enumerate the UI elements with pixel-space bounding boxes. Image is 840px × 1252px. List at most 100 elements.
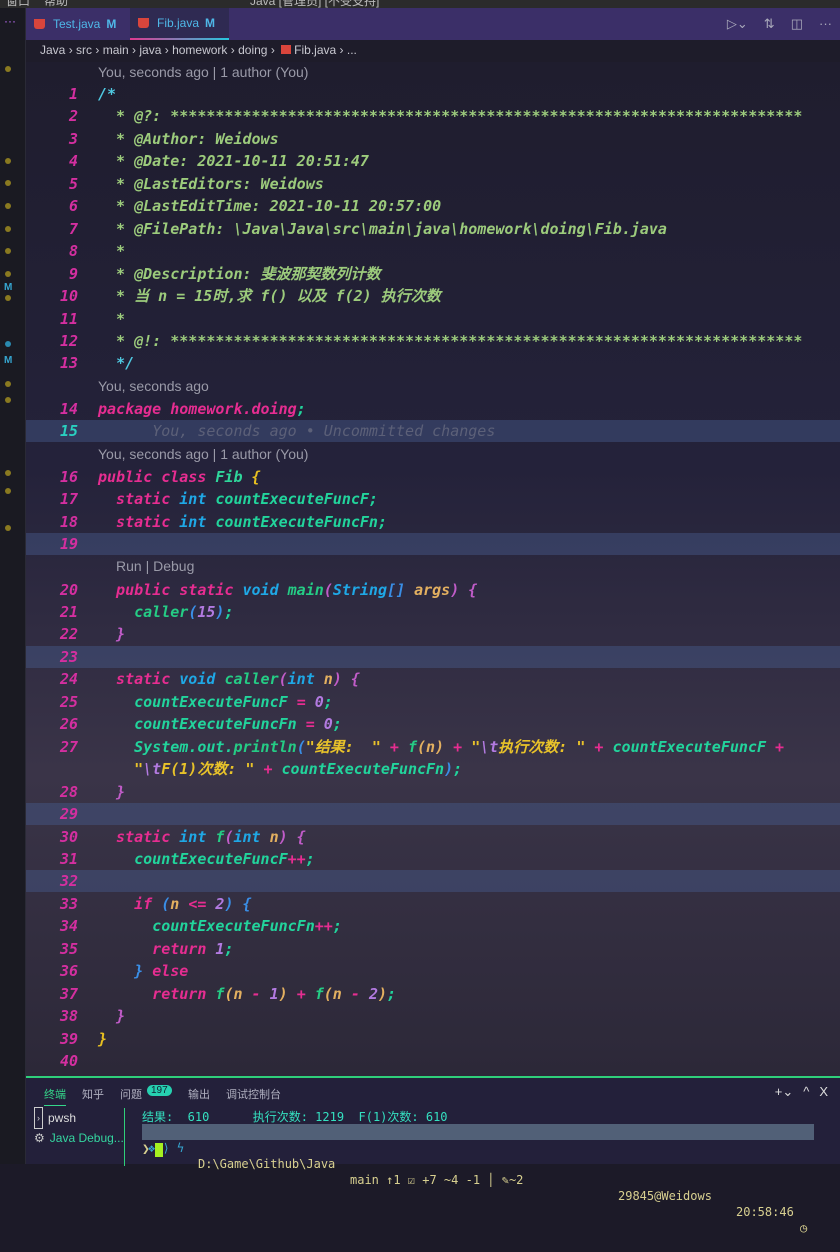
git-marker-dot <box>5 341 11 347</box>
code-line[interactable]: 25 countExecuteFuncF = 0; <box>26 691 840 713</box>
code-line[interactable]: 5 * @LastEditors: Weidows <box>26 173 840 195</box>
terminal-item-java-debug[interactable]: ⚙ Java Debug... <box>34 1128 124 1148</box>
code-token: Fib <box>215 467 252 486</box>
tab-output[interactable]: 输出 <box>188 1086 210 1102</box>
breadcrumb-item[interactable]: Fib.java <box>294 43 336 57</box>
more-actions-icon[interactable]: ··· <box>819 16 832 32</box>
code-token: ; <box>224 939 234 958</box>
code-line[interactable]: 40 <box>26 1050 840 1072</box>
code-line[interactable]: 2 * @?: ********************************… <box>26 105 840 127</box>
code-line[interactable]: 27 System.out.println("结果: " + f(n) + "\… <box>26 736 840 758</box>
code-token: + <box>594 737 613 756</box>
code-line[interactable]: 35 return 1; <box>26 938 840 960</box>
tab-debug-console[interactable]: 调试控制台 <box>226 1086 281 1102</box>
code-line[interactable]: 34 countExecuteFuncFn++; <box>26 915 840 937</box>
codelens-blame[interactable]: You, seconds ago | 1 author (You) <box>98 62 308 82</box>
code-line[interactable]: 3 * @Author: Weidows <box>26 128 840 150</box>
code-line[interactable]: 8 * <box>26 240 840 262</box>
code-token: F(1)次数: " <box>161 760 264 779</box>
code-line[interactable]: 19 <box>26 533 840 556</box>
code-line[interactable]: 11 * <box>26 308 840 330</box>
tab-problems[interactable]: 问题 <box>120 1086 142 1102</box>
code-line[interactable]: 32 <box>26 870 840 893</box>
code-editor[interactable]: You, seconds ago | 1 author (You) You, s… <box>26 62 840 1076</box>
code-line[interactable]: 24 static void caller(int n) { <box>26 668 840 690</box>
code-token: = <box>296 692 315 711</box>
code-token: ; <box>453 760 463 779</box>
codelens-run-debug[interactable]: Run | Debug <box>116 556 194 576</box>
codelens-blame[interactable]: You, seconds ago | 1 author (You) <box>98 444 308 464</box>
breadcrumb-item[interactable]: src <box>76 43 92 57</box>
breadcrumb-item[interactable]: ... <box>347 43 357 57</box>
new-terminal-icon[interactable]: +⌄ <box>775 1084 793 1100</box>
code-line[interactable]: 31 countExecuteFuncF++; <box>26 848 840 870</box>
code-line[interactable]: 37 return f(n - 1) + f(n - 2); <box>26 983 840 1005</box>
code-line[interactable]: 15 You, seconds ago • Uncommitted change… <box>26 420 840 443</box>
breadcrumb-item[interactable]: Java <box>40 43 65 57</box>
code-line[interactable]: 38 } <box>26 1005 840 1027</box>
line-number: 19 <box>59 535 78 554</box>
line-number: 24 <box>59 670 78 689</box>
code-line[interactable]: 21 caller(15); <box>26 601 840 623</box>
code-line[interactable]: 16 public class Fib { <box>26 466 840 488</box>
code-token: * @FilePath: \Java\Java\src\main\java\ho… <box>98 219 667 238</box>
code-line[interactable]: 1 /* <box>26 83 840 105</box>
code-line[interactable]: 23 <box>26 645 840 668</box>
terminal-input[interactable]: ❯ <box>142 1142 163 1157</box>
tab-label: Test.java <box>53 17 101 31</box>
close-panel-icon[interactable]: X <box>819 1084 828 1100</box>
git-marker-dot <box>5 525 11 531</box>
code-line[interactable]: 17 static int countExecuteFuncF; <box>26 488 840 510</box>
code-line[interactable]: 22 } <box>26 623 840 645</box>
code-line[interactable]: 28 } <box>26 781 840 803</box>
compare-changes-icon[interactable]: ⇅ <box>764 16 775 32</box>
code-line[interactable]: 13 */ <box>26 352 840 374</box>
code-text: countExecuteFuncF = 0; <box>98 691 333 713</box>
codelens-blame[interactable]: You, seconds ago <box>98 376 209 396</box>
code-line[interactable]: 29 <box>26 803 840 826</box>
breadcrumb-item[interactable]: main <box>103 43 129 57</box>
code-line[interactable]: 30 static int f(int n) { <box>26 826 840 848</box>
code-token: [] <box>387 580 415 599</box>
code-line[interactable]: "\tF(1)次数: " + countExecuteFuncFn); <box>26 758 840 780</box>
tab-zhihu[interactable]: 知乎 <box>82 1086 104 1102</box>
maximize-panel-icon[interactable]: ^ <box>803 1084 809 1100</box>
code-line[interactable]: 14 package homework.doing; <box>26 398 840 420</box>
code-token: ; <box>387 984 397 1003</box>
more-icon[interactable]: ··· <box>4 14 16 28</box>
code-line[interactable]: 20 public static void main(String[] args… <box>26 579 840 601</box>
breadcrumb-item[interactable]: doing <box>238 43 267 57</box>
code-text: package homework.doing; <box>98 398 306 420</box>
code-token: ( <box>278 670 288 689</box>
terminal-item-pwsh[interactable]: › pwsh <box>34 1107 124 1129</box>
code-line[interactable]: 18 static int countExecuteFuncFn; <box>26 511 840 533</box>
code-text: static int countExecuteFuncFn; <box>98 511 387 533</box>
code-line[interactable]: 4 * @Date: 2021-10-11 20:51:47 <box>26 150 840 172</box>
inline-blame: You, seconds ago • Uncommitted changes <box>152 422 496 441</box>
code-line[interactable]: 26 countExecuteFuncFn = 0; <box>26 713 840 735</box>
line-number: 4 <box>68 152 78 171</box>
code-token: n <box>323 670 333 689</box>
code-text: static int countExecuteFuncF; <box>98 488 378 510</box>
code-line[interactable]: 36 } else <box>26 960 840 982</box>
code-text: You, seconds ago • Uncommitted changes <box>98 420 495 442</box>
code-text: public static void main(String[] args) { <box>98 579 477 601</box>
code-line[interactable]: 33 if (n <= 2) { <box>26 893 840 915</box>
code-token: ++ <box>314 917 333 936</box>
tab-terminal[interactable]: 终端 <box>44 1086 66 1106</box>
tab-test-java[interactable]: Test.java M <box>26 8 130 40</box>
code-text: countExecuteFuncFn = 0; <box>98 713 342 735</box>
breadcrumb-item[interactable]: homework <box>172 43 227 57</box>
code-line[interactable]: 9 * @Description: 斐波那契数列计数 <box>26 263 840 285</box>
code-line[interactable]: 39} <box>26 1028 840 1050</box>
run-debug-icon[interactable]: ▷⌄ <box>727 16 748 32</box>
tab-fib-java[interactable]: Fib.java M <box>130 8 229 40</box>
code-line[interactable]: 12 * @!: *******************************… <box>26 330 840 352</box>
split-editor-icon[interactable]: ◫ <box>791 16 803 32</box>
code-token: (n) <box>417 737 454 756</box>
code-line[interactable]: 6 * @LastEditTime: 2021-10-11 20:57:00 <box>26 195 840 217</box>
code-line[interactable]: 7 * @FilePath: \Java\Java\src\main\java\… <box>26 218 840 240</box>
breadcrumb-item[interactable]: java <box>139 43 161 57</box>
code-line[interactable]: 10 * 当 n = 15时,求 f() 以及 f(2) 执行次数 <box>26 285 840 307</box>
code-token: ) <box>444 760 454 779</box>
